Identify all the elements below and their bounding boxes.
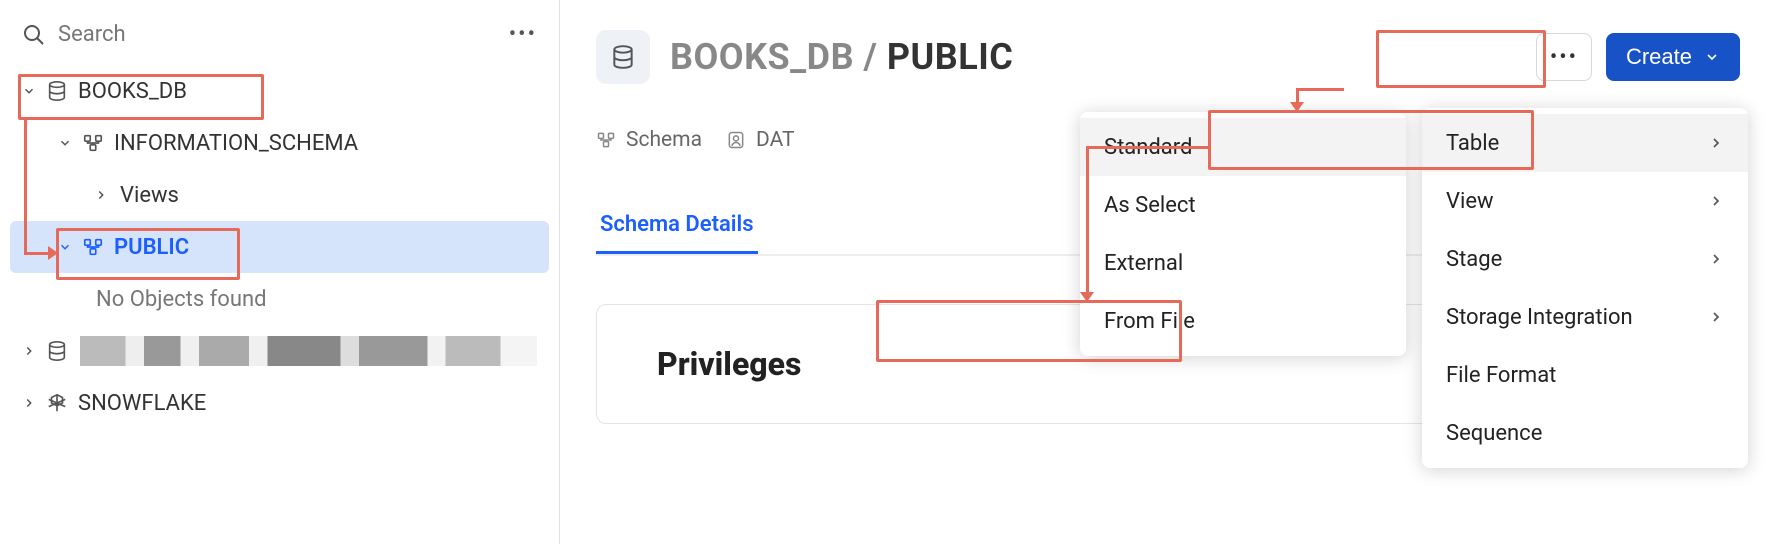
chevron-right-icon: [1708, 251, 1724, 267]
tree-label: Views: [118, 183, 179, 208]
database-chip-icon: [596, 30, 650, 84]
search-icon[interactable]: [22, 23, 46, 47]
schema-icon: [82, 132, 112, 154]
menu-label: Stage: [1446, 247, 1502, 272]
chevron-right-icon: [22, 396, 46, 410]
tab-schema-details[interactable]: Schema Details: [596, 212, 758, 254]
create-button[interactable]: Create: [1606, 33, 1740, 81]
tree-item-redacted[interactable]: [10, 325, 549, 377]
chevron-down-icon: [58, 136, 82, 150]
menu-item-view[interactable]: View: [1422, 172, 1748, 230]
main-panel: BOOKS_DB / PUBLIC ••• Create Schema DAT …: [560, 0, 1776, 544]
menu-item-stage[interactable]: Stage: [1422, 230, 1748, 288]
breadcrumb-schema: PUBLIC: [887, 36, 1013, 78]
menu-label: File Format: [1446, 363, 1556, 388]
menu-label: As Select: [1104, 193, 1196, 218]
menu-label: Storage Integration: [1446, 305, 1633, 330]
chevron-down-icon: [22, 84, 46, 98]
schema-icon: [82, 236, 112, 258]
header-more-button[interactable]: •••: [1536, 33, 1592, 81]
tree-item-snowflake[interactable]: SNOWFLAKE: [10, 377, 549, 429]
table-submenu: Standard As Select External From File: [1080, 112, 1406, 356]
menu-item-storage-integration[interactable]: Storage Integration: [1422, 288, 1748, 346]
sidebar-more-icon[interactable]: •••: [509, 22, 537, 47]
tree-item-public[interactable]: PUBLIC: [10, 221, 549, 273]
tree-label: INFORMATION_SCHEMA: [112, 131, 358, 156]
breadcrumb-sep: /: [854, 36, 887, 78]
menu-item-sequence[interactable]: Sequence: [1422, 404, 1748, 462]
menu-label: External: [1104, 251, 1183, 276]
menu-label: Table: [1446, 131, 1499, 156]
tree-item-information-schema[interactable]: INFORMATION_SCHEMA: [10, 117, 549, 169]
database-icon: [46, 80, 76, 102]
chevron-right-icon: [1708, 193, 1724, 209]
chevron-right-icon: [22, 344, 46, 358]
menu-item-standard[interactable]: Standard: [1080, 118, 1406, 176]
tree-label: PUBLIC: [112, 235, 189, 260]
tree-item-views[interactable]: Views: [10, 169, 549, 221]
chevron-down-icon: [58, 240, 82, 254]
tree-empty-message: No Objects found: [10, 273, 549, 325]
create-menu: Table View Stage Storage Integration Fil…: [1422, 108, 1748, 468]
menu-item-external[interactable]: External: [1080, 234, 1406, 292]
chip-schema: Schema: [596, 128, 702, 152]
chevron-right-icon: [94, 188, 118, 202]
tree-label: BOOKS_DB: [76, 79, 187, 104]
menu-label: From File: [1104, 309, 1195, 334]
schema-icon: [596, 130, 616, 150]
tree-label: SNOWFLAKE: [76, 391, 206, 416]
object-tree: BOOKS_DB INFORMATION_SCHEMA Views PUBLIC…: [0, 65, 559, 429]
menu-item-file-format[interactable]: File Format: [1422, 346, 1748, 404]
chip-label: Schema: [626, 128, 702, 152]
tree-label: No Objects found: [94, 287, 267, 312]
user-badge-icon: [726, 130, 746, 150]
chevron-right-icon: [1708, 309, 1724, 325]
create-button-label: Create: [1626, 44, 1692, 70]
menu-item-as-select[interactable]: As Select: [1080, 176, 1406, 234]
sidebar: Search ••• BOOKS_DB INFORMATION_SCHEMA V…: [0, 0, 560, 544]
menu-label: Standard: [1104, 135, 1192, 160]
breadcrumb-db[interactable]: BOOKS_DB: [670, 36, 854, 78]
menu-label: Sequence: [1446, 421, 1542, 446]
chevron-right-icon: [1708, 135, 1724, 151]
redacted-text: [80, 336, 537, 366]
breadcrumb: BOOKS_DB / PUBLIC: [670, 36, 1013, 78]
search-input[interactable]: Search: [58, 22, 126, 47]
chevron-down-icon: [1704, 49, 1720, 65]
chip-owner: DAT: [726, 128, 794, 152]
menu-label: View: [1446, 189, 1494, 214]
tree-item-books-db[interactable]: BOOKS_DB: [10, 65, 549, 117]
menu-item-from-file[interactable]: From File: [1080, 292, 1406, 350]
chip-label: DAT: [756, 128, 794, 152]
database-icon: [46, 340, 76, 362]
menu-item-table[interactable]: Table: [1422, 114, 1748, 172]
snowflake-icon: [46, 392, 76, 414]
